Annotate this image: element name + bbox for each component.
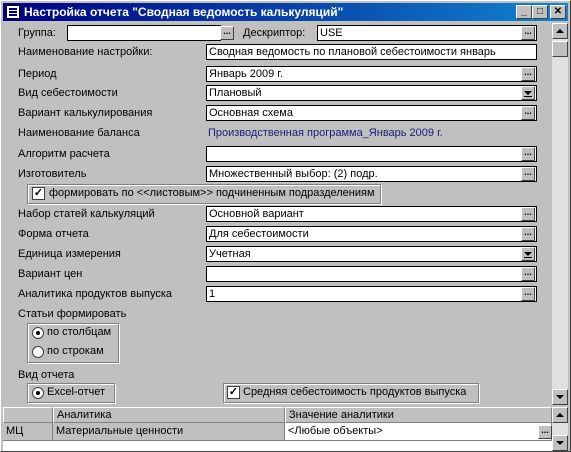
form-scrollbar[interactable] [552, 23, 568, 405]
descriptor-input[interactable]: USE [317, 25, 537, 41]
manufacturer-lookup-button[interactable]: ... [521, 167, 535, 181]
report-form-label: Форма отчета [18, 228, 89, 240]
group-lookup-button[interactable]: ... [220, 26, 234, 40]
product-analytics-lookup-button[interactable]: ... [521, 287, 535, 301]
cost-type-label: Вид себестоимости [18, 87, 118, 99]
algorithm-input[interactable] [206, 146, 537, 162]
settings-window: Настройка отчета "Сводная ведомость каль… [0, 0, 571, 452]
manufacturer-label: Изготовитель [18, 168, 87, 180]
items-form-label: Статьи формировать [18, 308, 127, 320]
balance-name-label: Наименование баланса [18, 127, 140, 139]
price-variant-lookup-button[interactable]: ... [521, 267, 535, 281]
chevron-down-icon[interactable] [521, 247, 535, 261]
title-bar[interactable]: Настройка отчета "Сводная ведомость каль… [3, 3, 568, 21]
period-input[interactable]: Январь 2009 г. [206, 66, 537, 82]
group-label: Группа: [18, 27, 56, 39]
calc-variant-label: Вариант калькулирования [18, 107, 153, 119]
app-icon [6, 5, 20, 19]
grid-row-code[interactable]: МЦ [3, 423, 53, 441]
descriptor-lookup-button[interactable]: ... [521, 26, 535, 40]
period-label: Период [18, 68, 57, 80]
by-columns-label: по столбцам [47, 326, 112, 338]
cost-items-set-lookup-button[interactable]: ... [521, 207, 535, 221]
scroll-up-icon[interactable] [552, 23, 568, 39]
cost-items-set-label: Набор статей калькуляций [18, 208, 155, 220]
cost-type-select[interactable]: Плановый [206, 85, 537, 101]
calc-variant-input[interactable]: Основная схема [206, 105, 537, 121]
algorithm-lookup-button[interactable]: ... [521, 147, 535, 161]
unit-label: Единица измерения [18, 248, 121, 260]
algorithm-label: Алгоритм расчета [18, 148, 110, 160]
grid-header-code [3, 407, 53, 423]
calc-variant-lookup-button[interactable]: ... [521, 106, 535, 120]
price-variant-label: Вариант цен [18, 268, 83, 280]
maximize-button[interactable]: □ [532, 5, 548, 19]
sheet-subdivisions-label: формировать по <<листовым>> подчиненным … [49, 187, 375, 199]
grid-row-analytics[interactable]: Материальные ценности [53, 423, 285, 441]
chevron-down-icon[interactable] [521, 86, 535, 100]
period-lookup-button[interactable]: ... [521, 67, 535, 81]
setting-name-input[interactable]: Сводная ведомость по плановой себестоимо… [206, 44, 537, 60]
grid-scroll-up-icon[interactable] [552, 407, 568, 423]
product-analytics-input[interactable]: 1 [206, 286, 537, 302]
manufacturer-input[interactable]: Множественный выбор: (2) подр. [206, 166, 537, 182]
close-button[interactable]: ✕ [550, 5, 566, 19]
grid-header-value[interactable]: Значение аналитики [285, 407, 552, 423]
grid-row-value[interactable]: <Любые объекты> [285, 423, 552, 441]
grid-scrollbar[interactable] [552, 407, 568, 451]
grid-scroll-down-icon[interactable] [552, 435, 568, 451]
report-type-label: Вид отчета [18, 369, 75, 381]
setting-name-label: Наименование настройки: [18, 46, 153, 58]
sheet-subdivisions-checkbox[interactable]: ✓ [32, 187, 45, 200]
balance-name-value: Производственная программа_Январь 2009 г… [208, 127, 443, 139]
avg-cost-checkbox[interactable]: ✓ [227, 386, 240, 399]
minimize-button[interactable]: _ [516, 5, 532, 19]
product-analytics-label: Аналитика продуктов выпуска [18, 288, 172, 300]
report-form-lookup-button[interactable]: ... [521, 227, 535, 241]
group-input[interactable] [67, 25, 221, 41]
excel-report-label: Excel-отчет [47, 386, 105, 398]
window-title: Настройка отчета "Сводная ведомость каль… [24, 5, 344, 19]
descriptor-label: Дескриптор: [243, 27, 306, 39]
price-variant-input[interactable] [206, 266, 537, 282]
unit-select[interactable]: Учетная [206, 246, 537, 262]
cost-items-set-input[interactable]: Основной вариант [206, 206, 537, 222]
grid-value-lookup-button[interactable]: ... [538, 425, 552, 439]
scroll-down-icon[interactable] [552, 389, 568, 405]
avg-cost-label: Средняя себестоимость продуктов выпуска [243, 386, 467, 398]
excel-report-radio[interactable] [32, 387, 44, 399]
by-rows-radio[interactable] [32, 346, 44, 358]
by-columns-radio[interactable] [32, 327, 44, 339]
by-rows-label: по строкам [47, 345, 104, 357]
scroll-thumb[interactable] [552, 41, 568, 57]
report-form-input[interactable]: Для себестоимости [206, 226, 537, 242]
analytics-grid: Аналитика Значение аналитики МЦ Материал… [3, 407, 552, 451]
grid-header-analytics[interactable]: Аналитика [53, 407, 285, 423]
